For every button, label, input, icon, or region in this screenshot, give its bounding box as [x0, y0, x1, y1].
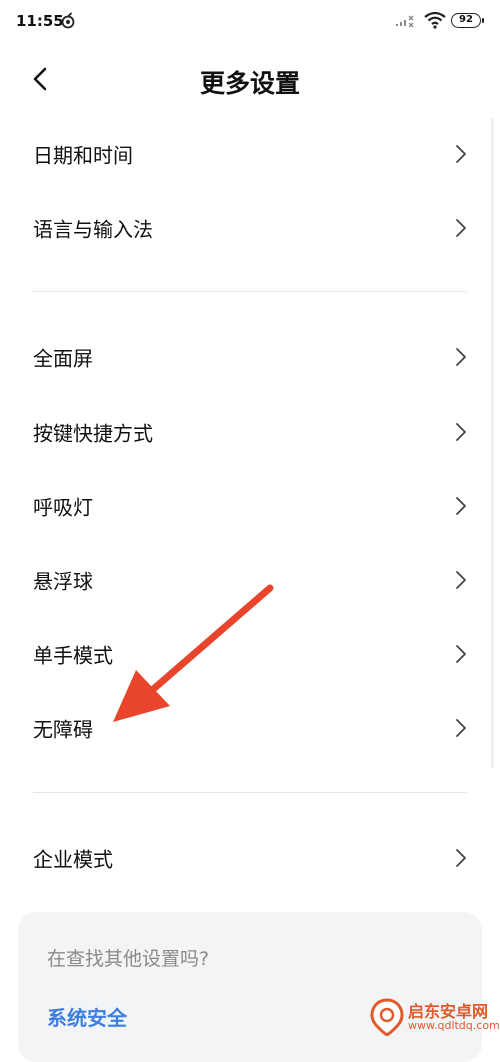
page-title: 更多设置	[199, 69, 300, 98]
suggestion-card: 在查找其他设置吗? 系统安全	[18, 912, 482, 1062]
setting-item-label: 语言与输入法	[33, 217, 153, 242]
battery-icon: 92	[451, 13, 484, 28]
status-bar: 11:55 92	[0, 0, 500, 44]
divider	[33, 792, 467, 793]
chevron-right-icon	[456, 219, 466, 237]
suggestion-title: 在查找其他设置吗?	[47, 948, 210, 970]
watermark: 启东安卓网 www.qdltdq.com	[370, 998, 500, 1038]
setting-item-label: 全面屏	[33, 346, 93, 371]
app-notification-icon	[60, 12, 76, 34]
chevron-right-icon	[456, 849, 466, 867]
divider	[33, 291, 467, 292]
chevron-right-icon	[456, 145, 466, 163]
setting-item-notification-light[interactable]: 呼吸灯	[0, 476, 500, 536]
setting-item-label: 企业模式	[33, 847, 113, 872]
setting-item-label: 无障碍	[33, 717, 93, 742]
chevron-right-icon	[456, 719, 466, 737]
setting-item-label: 按键快捷方式	[33, 421, 153, 446]
chevron-right-icon	[456, 423, 466, 441]
setting-item-language-input[interactable]: 语言与输入法	[0, 198, 500, 258]
setting-item-one-handed-mode[interactable]: 单手模式	[0, 624, 500, 684]
watermark-logo-icon	[370, 998, 404, 1036]
setting-item-date-time[interactable]: 日期和时间	[0, 124, 500, 184]
chevron-right-icon	[456, 645, 466, 663]
setting-item-enterprise-mode[interactable]: 企业模式	[0, 828, 500, 888]
header: 更多设置	[0, 52, 500, 108]
setting-item-accessibility[interactable]: 无障碍	[0, 698, 500, 758]
setting-item-label: 单手模式	[33, 643, 113, 668]
setting-item-label: 呼吸灯	[33, 495, 93, 520]
chevron-right-icon	[456, 571, 466, 589]
setting-item-floating-ball[interactable]: 悬浮球	[0, 550, 500, 610]
setting-item-label: 日期和时间	[33, 143, 133, 168]
setting-item-label: 悬浮球	[33, 569, 93, 594]
setting-item-button-shortcuts[interactable]: 按键快捷方式	[0, 402, 500, 462]
chevron-right-icon	[456, 348, 466, 366]
signal-off-icon	[396, 14, 416, 33]
battery-level: 92	[459, 14, 473, 25]
chevron-right-icon	[456, 497, 466, 515]
setting-item-fullscreen[interactable]: 全面屏	[0, 327, 500, 387]
watermark-url: www.qdltdq.com	[408, 1019, 500, 1032]
status-time: 11:55	[16, 12, 64, 30]
wifi-icon	[424, 11, 446, 33]
suggestion-link-system-security[interactable]: 系统安全	[47, 1002, 127, 1031]
